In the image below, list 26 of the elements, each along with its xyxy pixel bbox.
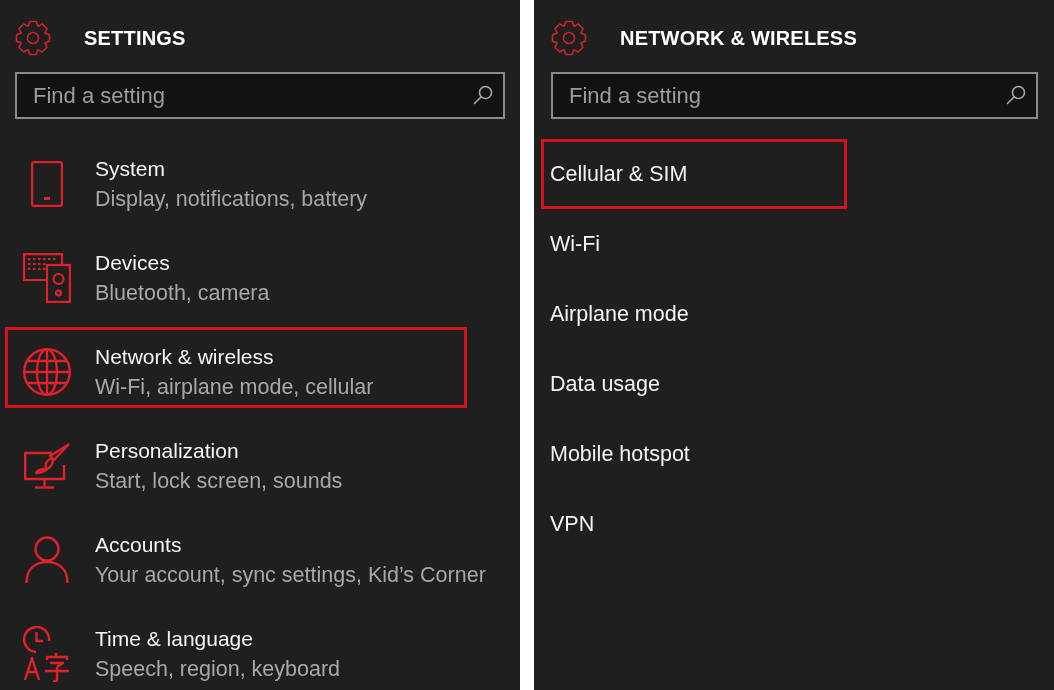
phone-icon (31, 161, 63, 207)
globe-icon (23, 348, 71, 396)
search-field[interactable]: Find a setting (551, 72, 1038, 119)
category-item[interactable]: Time & language Speech, region, keyboard (5, 609, 467, 690)
category-item[interactable]: System Display, notifications, battery (5, 139, 467, 220)
settings-icon (15, 19, 51, 56)
settings-icon (551, 19, 587, 56)
menu-item[interactable]: Data usage (541, 349, 847, 419)
category-item[interactable]: Accounts Your account, sync settings, Kid’s Corner (5, 515, 495, 596)
menu-item[interactable]: Wi-Fi (541, 209, 847, 279)
menu-item[interactable]: Airplane mode (541, 279, 847, 349)
monitor-brush-icon (24, 443, 70, 489)
clock-letters-icon (23, 626, 71, 682)
menu-item[interactable]: Mobile hotspot (541, 419, 847, 489)
page-title: NETWORK & WIRELESS (620, 25, 857, 51)
page-title: SETTINGS (84, 25, 186, 51)
search-icon[interactable] (473, 85, 493, 105)
category-item[interactable]: Devices Bluetooth, camera (5, 233, 467, 314)
category-item[interactable]: Personalization Start, lock screen, sounds (5, 421, 467, 502)
search-field[interactable]: Find a setting (15, 72, 505, 119)
menu-item[interactable]: Cellular & SIM (541, 139, 847, 209)
menu-item[interactable]: VPN (541, 489, 847, 559)
category-item[interactable]: Network & wireless Wi-Fi, airplane mode, cellular (5, 327, 467, 408)
search-icon[interactable] (1006, 85, 1026, 105)
keyboard-speaker-icon (23, 253, 71, 303)
person-icon (25, 536, 69, 584)
